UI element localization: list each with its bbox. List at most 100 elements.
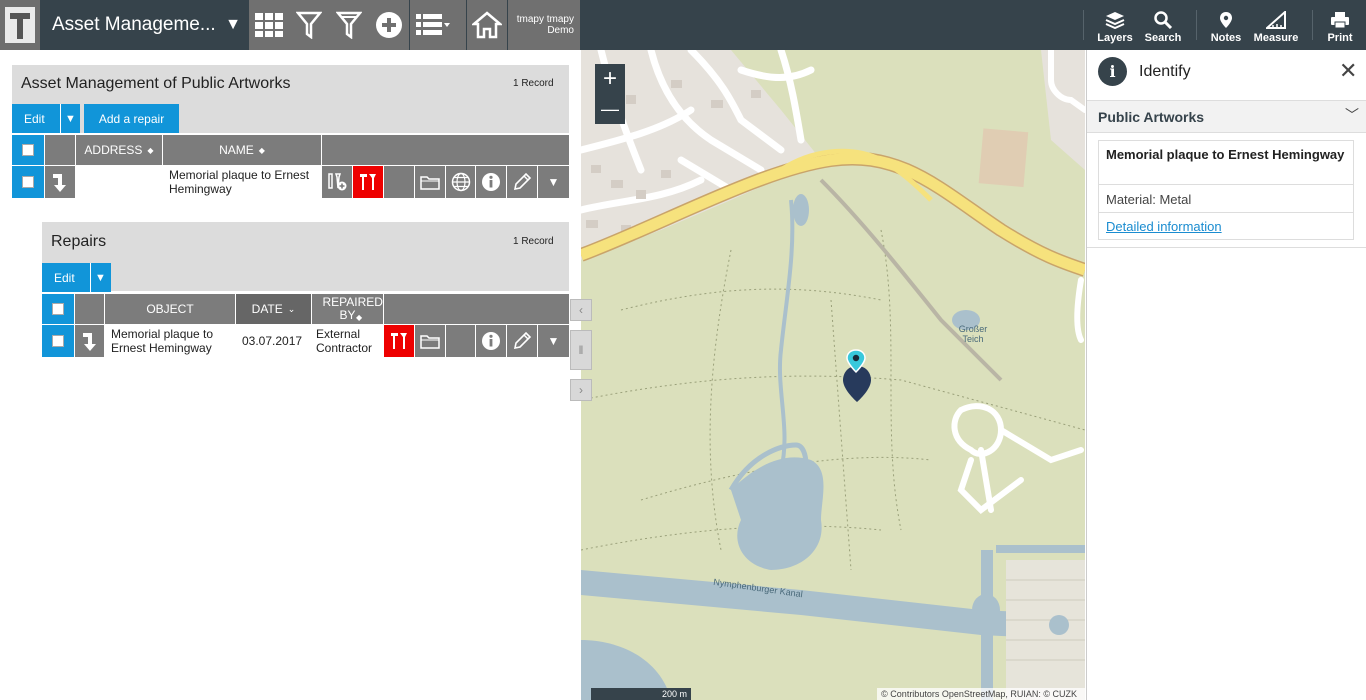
layers-icon: [1105, 12, 1125, 29]
folder-icon: [420, 176, 440, 190]
caret-down-icon: ▼: [65, 112, 76, 125]
repairs-row-button[interactable]: [353, 166, 383, 198]
cell-name: Memorial plaque to Ernest Hemingway: [163, 166, 321, 198]
add-button[interactable]: [369, 0, 409, 50]
identify-panel: i Identify ✕ Public Artworks ﹀ Memorial …: [1086, 50, 1366, 700]
open-folder-button[interactable]: [415, 166, 445, 198]
print-label: Print: [1327, 32, 1353, 44]
layers-button[interactable]: Layers: [1094, 0, 1136, 50]
detailed-information-link[interactable]: Detailed information: [1106, 219, 1222, 234]
show-on-map-button[interactable]: [446, 166, 475, 198]
open-folder-button[interactable]: [415, 325, 445, 357]
sort-icon: ◆: [258, 145, 265, 155]
arrow-down-right-icon: [53, 174, 66, 192]
filter-button[interactable]: [289, 0, 329, 50]
identify-group-label: Public Artworks: [1098, 109, 1205, 125]
select-all-checkbox[interactable]: [42, 294, 74, 324]
close-icon[interactable]: ✕: [1339, 58, 1357, 84]
app-selector[interactable]: Asset Manageme... ▼: [41, 0, 248, 50]
map-pin-icon: [1220, 12, 1232, 28]
feature-material: Material: Metal: [1099, 185, 1353, 213]
select-all-checkbox[interactable]: [12, 135, 44, 165]
identify-title: Identify: [1139, 63, 1191, 80]
zoom-out-button[interactable]: —: [595, 94, 625, 124]
cell-address: [76, 166, 162, 198]
arrow-down-right-icon: [82, 333, 96, 351]
edit-row-button[interactable]: [507, 325, 537, 357]
info-icon: [482, 173, 500, 191]
map-view[interactable]: Großer Teich Nymphenburger Kanal + — 200…: [581, 50, 1085, 700]
home-button[interactable]: [467, 0, 507, 50]
grid-button[interactable]: [249, 0, 289, 50]
logo-mark: [5, 7, 35, 43]
app-logo[interactable]: [0, 0, 40, 50]
caret-down-icon: ▼: [547, 334, 560, 348]
toolbar-divider: [1312, 10, 1313, 40]
search-button[interactable]: Search: [1142, 0, 1184, 50]
column-header-address[interactable]: ADDRESS ◆: [76, 135, 162, 165]
grip-icon: ‖: [578, 343, 584, 357]
repairs-edit-button[interactable]: Edit ▼: [42, 263, 111, 292]
info-icon: i: [1098, 57, 1127, 86]
feature-title: Memorial plaque to Ernest Hemingway: [1099, 141, 1353, 185]
feature-marker-icon[interactable]: [841, 348, 873, 404]
globe-icon: [451, 172, 470, 192]
column-header-date[interactable]: DATE ⌄: [236, 294, 311, 324]
info-button[interactable]: [476, 166, 506, 198]
expand-row-button[interactable]: [75, 325, 104, 357]
map-attribution: © Contributors OpenStreetMap, RUIAN: © C…: [877, 688, 1085, 700]
toolbar-group-main: [249, 0, 409, 50]
measure-label: Measure: [1253, 32, 1299, 44]
edit-row-button[interactable]: [507, 166, 537, 198]
identify-group-header[interactable]: Public Artworks ﹀: [1087, 101, 1366, 133]
splitter-handle[interactable]: ‖: [570, 330, 592, 370]
expand-row-button[interactable]: [45, 166, 75, 198]
add-repair-row-button[interactable]: [322, 166, 352, 198]
user-name: tmapy tmapy: [516, 14, 574, 25]
chevron-right-icon: ›: [579, 383, 583, 397]
caret-down-icon: ▼: [547, 175, 560, 189]
notes-button[interactable]: Notes: [1205, 0, 1247, 50]
user-info[interactable]: tmapy tmapy Demo: [508, 0, 580, 50]
artworks-edit-button[interactable]: Edit ▼: [12, 104, 80, 133]
cell-date: 03.07.2017: [236, 325, 311, 357]
repairs-record-count: 1 Record: [513, 236, 554, 247]
artworks-panel-title: Asset Management of Public Artworks: [21, 75, 291, 92]
filter-icon: [296, 11, 322, 39]
feature-detail-row: Detailed information: [1099, 213, 1353, 239]
cell-repaired-by: External Contractor: [312, 325, 383, 357]
zoom-controls: + —: [595, 64, 625, 124]
map-canvas: [581, 50, 1085, 700]
print-button[interactable]: Print: [1320, 0, 1360, 50]
list-menu-button[interactable]: [410, 0, 466, 50]
list-icon: [416, 14, 450, 35]
repair-detail-button[interactable]: [384, 325, 414, 357]
row-menu-button[interactable]: ▼: [538, 166, 569, 198]
row-menu-button[interactable]: ▼: [538, 325, 569, 357]
column-header-object[interactable]: OBJECT: [105, 294, 235, 324]
row-checkbox[interactable]: [12, 166, 44, 198]
search-icon: [1154, 11, 1173, 29]
collapse-left-button[interactable]: ‹: [570, 299, 592, 321]
add-repair-button[interactable]: Add a repair: [84, 104, 179, 133]
info-button[interactable]: [476, 325, 506, 357]
filter-outline-icon: [336, 11, 362, 39]
identify-result-card: Memorial plaque to Ernest Hemingway Mate…: [1098, 140, 1354, 240]
tools-add-icon: [328, 173, 347, 191]
column-header-repaired-by[interactable]: REPAIRED BY ◆: [312, 294, 383, 324]
grid-icon: [255, 13, 283, 37]
collapse-right-button[interactable]: ›: [570, 379, 592, 401]
user-role: Demo: [547, 25, 574, 36]
identify-header: i Identify ✕: [1087, 50, 1366, 101]
map-scale-bar: 200 m: [591, 688, 691, 700]
ruler-icon: [1266, 11, 1286, 29]
zoom-in-button[interactable]: +: [595, 64, 625, 94]
edit-label: Edit: [54, 270, 75, 285]
pencil-icon: [513, 331, 532, 350]
repairs-panel-title: Repairs: [51, 233, 107, 250]
row-checkbox[interactable]: [42, 325, 74, 357]
column-header-name[interactable]: NAME ◆: [163, 135, 321, 165]
measure-button[interactable]: Measure: [1250, 0, 1302, 50]
advanced-filter-button[interactable]: [329, 0, 369, 50]
home-icon: [472, 11, 502, 39]
